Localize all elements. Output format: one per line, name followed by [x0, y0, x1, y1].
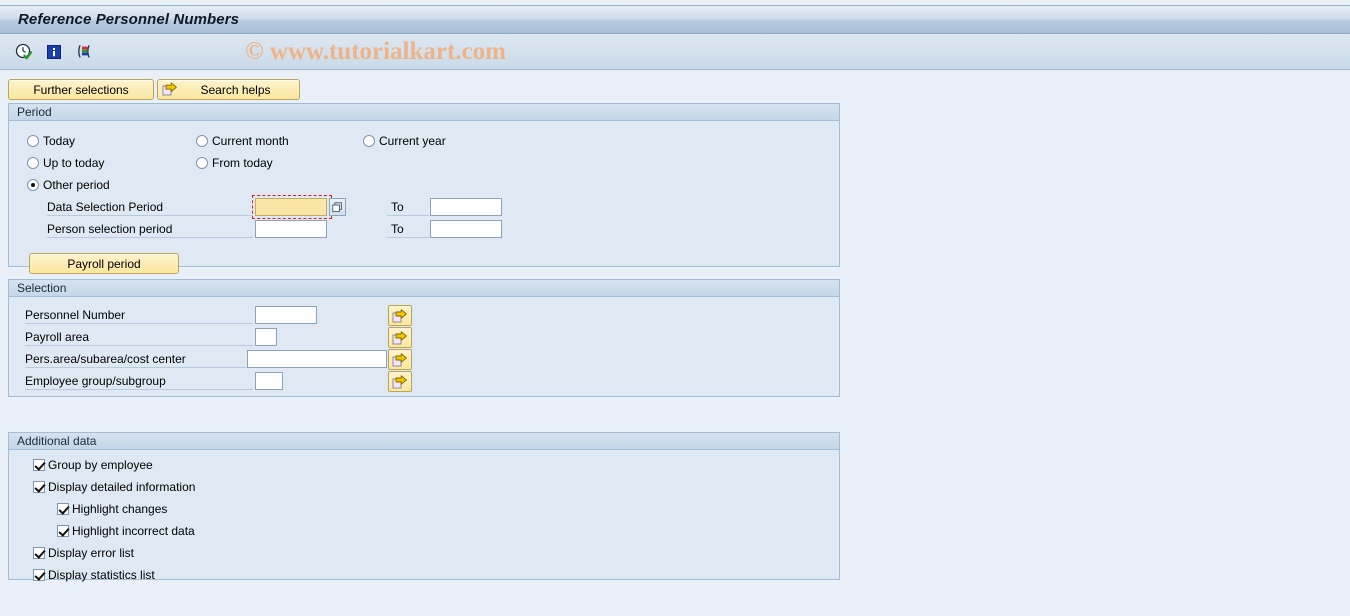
radio-other-period-indicator[interactable]	[27, 179, 39, 191]
search-helps-button[interactable]: Search helps	[157, 79, 300, 100]
radio-from-today-indicator[interactable]	[196, 157, 208, 169]
data-selection-period-rule	[47, 215, 253, 216]
checkbox-highlight-incorrect-data[interactable]: Highlight incorrect data	[57, 524, 195, 538]
payroll-area-input[interactable]	[255, 328, 277, 346]
personnel-number-multi-select-icon[interactable]	[388, 305, 412, 326]
window-title-bar: Reference Personnel Numbers	[0, 5, 1350, 34]
period-panel: Period Today Current month Current year …	[8, 103, 840, 274]
employee-group-subgroup-input[interactable]	[255, 372, 283, 390]
radio-other-period-label: Other period	[43, 178, 110, 192]
data-selection-to-rule	[387, 215, 429, 216]
checkbox-highlight-changes[interactable]: Highlight changes	[57, 502, 167, 516]
checkbox-display-statistics-list-box[interactable]	[33, 569, 45, 581]
employee-group-multi-select-icon[interactable]	[388, 371, 412, 392]
additional-data-panel: Additional data Group by employee Displa…	[8, 432, 840, 582]
radio-today[interactable]: Today	[27, 134, 75, 148]
employee-group-rule	[25, 389, 253, 390]
radio-up-to-today[interactable]: Up to today	[27, 156, 104, 170]
checkbox-group-by-employee-label: Group by employee	[48, 458, 153, 472]
selection-panel-header: Selection	[9, 280, 839, 297]
checkbox-display-error-list-box[interactable]	[33, 547, 45, 559]
person-selection-period-to-label: To	[391, 222, 404, 236]
payroll-period-button[interactable]: Payroll period	[29, 253, 179, 274]
radio-up-to-today-label: Up to today	[43, 156, 105, 170]
additional-data-panel-header: Additional data	[9, 433, 839, 450]
personnel-number-input[interactable]	[255, 306, 317, 324]
selection-panel-title: Selection	[17, 281, 67, 295]
checkbox-display-statistics-list-label: Display statistics list	[48, 568, 155, 582]
checkbox-highlight-incorrect-data-label: Highlight incorrect data	[72, 524, 195, 538]
payroll-area-label: Payroll area	[25, 330, 90, 344]
checkbox-highlight-changes-label: Highlight changes	[72, 502, 168, 516]
payroll-area-multi-select-icon[interactable]	[388, 327, 412, 348]
checkbox-display-statistics-list[interactable]: Display statistics list	[33, 568, 155, 582]
info-icon[interactable]	[44, 42, 64, 62]
personnel-number-rule	[25, 323, 253, 324]
person-selection-period-label: Person selection period	[47, 222, 173, 236]
further-selections-label: Further selections	[33, 82, 129, 97]
pers-area-rule	[25, 367, 253, 368]
variant-icon[interactable]	[74, 42, 94, 62]
search-helps-arrow-icon	[162, 82, 178, 97]
radio-current-year[interactable]: Current year	[363, 134, 446, 148]
person-selection-period-rule	[47, 237, 253, 238]
radio-current-year-indicator[interactable]	[363, 135, 375, 147]
execute-clock-icon[interactable]	[14, 42, 34, 62]
checkbox-highlight-incorrect-data-box[interactable]	[57, 525, 69, 537]
radio-up-to-today-indicator[interactable]	[27, 157, 39, 169]
additional-data-panel-title: Additional data	[17, 434, 97, 448]
period-panel-title: Period	[17, 105, 52, 119]
radio-current-year-label: Current year	[379, 134, 446, 148]
toolbar-icon-group	[14, 42, 94, 62]
checkbox-highlight-changes-box[interactable]	[57, 503, 69, 515]
data-selection-period-f4-help-icon[interactable]	[329, 198, 346, 216]
radio-current-month[interactable]: Current month	[196, 134, 289, 148]
radio-current-month-label: Current month	[212, 134, 289, 148]
radio-current-month-indicator[interactable]	[196, 135, 208, 147]
application-toolbar	[0, 34, 1350, 70]
radio-from-today[interactable]: From today	[196, 156, 273, 170]
pers-area-multi-select-icon[interactable]	[388, 349, 412, 370]
period-panel-header: Period	[9, 104, 839, 121]
employee-group-subgroup-label: Employee group/subgroup	[25, 374, 166, 388]
selection-panel: Selection Personnel Number Payroll area …	[8, 279, 840, 397]
data-selection-period-from-input[interactable]	[255, 198, 327, 216]
further-selections-button[interactable]: Further selections	[8, 79, 154, 100]
data-selection-period-to-input[interactable]	[430, 198, 502, 216]
checkbox-display-detailed-information-box[interactable]	[33, 481, 45, 493]
payroll-period-label: Payroll period	[67, 256, 141, 271]
payroll-area-rule	[25, 345, 253, 346]
checkbox-group-by-employee[interactable]: Group by employee	[33, 458, 153, 472]
checkbox-display-error-list[interactable]: Display error list	[33, 546, 134, 560]
page-title: Reference Personnel Numbers	[18, 11, 240, 28]
radio-today-indicator[interactable]	[27, 135, 39, 147]
checkbox-display-error-list-label: Display error list	[48, 546, 135, 560]
checkbox-display-detailed-information-label: Display detailed information	[48, 480, 196, 494]
data-selection-period-to-label: To	[391, 200, 404, 214]
person-selection-period-to-input[interactable]	[430, 220, 502, 238]
pers-area-subarea-cost-center-label: Pers.area/subarea/cost center	[25, 352, 186, 366]
data-selection-period-label: Data Selection Period	[47, 200, 164, 214]
person-selection-period-from-input[interactable]	[255, 220, 327, 238]
pers-area-subarea-cost-center-input[interactable]	[247, 350, 387, 368]
radio-from-today-label: From today	[212, 156, 273, 170]
personnel-number-label: Personnel Number	[25, 308, 126, 322]
radio-today-label: Today	[43, 134, 76, 148]
checkbox-display-detailed-information[interactable]: Display detailed information	[33, 480, 195, 494]
person-selection-to-rule	[387, 237, 429, 238]
checkbox-group-by-employee-box[interactable]	[33, 459, 45, 471]
search-helps-label: Search helps	[200, 82, 271, 97]
radio-other-period[interactable]: Other period	[27, 178, 110, 192]
